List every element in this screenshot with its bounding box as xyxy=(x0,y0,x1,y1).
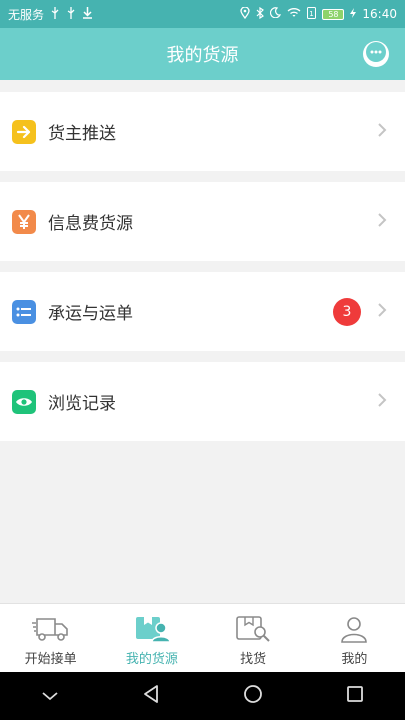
chevron-right-icon xyxy=(377,392,387,412)
system-nav-bar xyxy=(0,672,405,720)
moon-icon xyxy=(270,7,282,21)
nav-mine[interactable]: 我的 xyxy=(304,604,405,673)
menu-item-carrier-waybill[interactable]: 承运与运单 3 xyxy=(0,272,405,351)
nav-my-cargo[interactable]: 我的货源 xyxy=(101,604,202,673)
page-title: 我的货源 xyxy=(166,45,239,66)
recents-square-icon[interactable] xyxy=(346,685,364,707)
nav-label: 开始接单 xyxy=(24,652,77,667)
bottom-nav: 开始接单 我的货源 找货 我的 xyxy=(0,603,405,673)
chat-button[interactable] xyxy=(363,41,389,67)
eye-icon xyxy=(12,389,36,414)
download-icon xyxy=(82,6,93,22)
usb-icon xyxy=(50,6,60,22)
carrier-text: 无服务 xyxy=(8,7,45,22)
cargo-user-icon xyxy=(132,614,172,644)
battery-icon: 58 xyxy=(322,8,345,20)
charging-icon xyxy=(350,7,357,21)
status-left: 无服务 xyxy=(8,6,93,23)
menu-item-label: 货主推送 xyxy=(48,124,116,144)
yen-icon xyxy=(12,209,36,234)
status-bar: 无服务 1 58 16:40 xyxy=(0,0,405,28)
menu-item-browse-history[interactable]: 浏览记录 xyxy=(0,362,405,441)
time-text: 16:40 xyxy=(362,7,397,21)
status-right: 1 58 16:40 xyxy=(240,5,397,22)
person-icon xyxy=(334,614,374,644)
wifi-icon xyxy=(287,7,301,21)
usb-icon-2 xyxy=(66,6,76,22)
nav-label: 我的 xyxy=(341,652,368,667)
list-icon xyxy=(12,299,36,324)
chat-bubble-icon xyxy=(365,41,387,67)
nav-label: 我的货源 xyxy=(125,652,178,667)
chevron-right-icon xyxy=(377,212,387,232)
notification-badge: 3 xyxy=(333,298,361,326)
back-triangle-icon[interactable] xyxy=(142,684,160,708)
nav-start-orders[interactable]: 开始接单 xyxy=(0,604,101,673)
chevron-down-icon[interactable] xyxy=(41,687,59,706)
app-header: 我的货源 xyxy=(0,28,405,80)
menu-item-label: 承运与运单 xyxy=(48,304,133,324)
menu-item-shipper-push[interactable]: 货主推送 xyxy=(0,92,405,171)
chevron-right-icon xyxy=(377,122,387,142)
truck-icon xyxy=(31,614,71,644)
svg-text:1: 1 xyxy=(310,10,314,18)
menu-item-label: 信息费货源 xyxy=(48,214,133,234)
nav-find-cargo[interactable]: 找货 xyxy=(203,604,304,673)
nav-label: 找货 xyxy=(240,652,267,667)
bluetooth-icon xyxy=(256,6,265,22)
home-circle-icon[interactable] xyxy=(243,684,263,708)
location-icon xyxy=(240,5,251,22)
menu-item-label: 浏览记录 xyxy=(48,394,116,414)
menu-item-fee-cargo[interactable]: 信息费货源 xyxy=(0,182,405,261)
arrow-right-icon xyxy=(12,119,36,144)
sim-icon: 1 xyxy=(307,6,317,22)
cargo-search-icon xyxy=(233,614,273,644)
chevron-right-icon xyxy=(377,302,387,322)
